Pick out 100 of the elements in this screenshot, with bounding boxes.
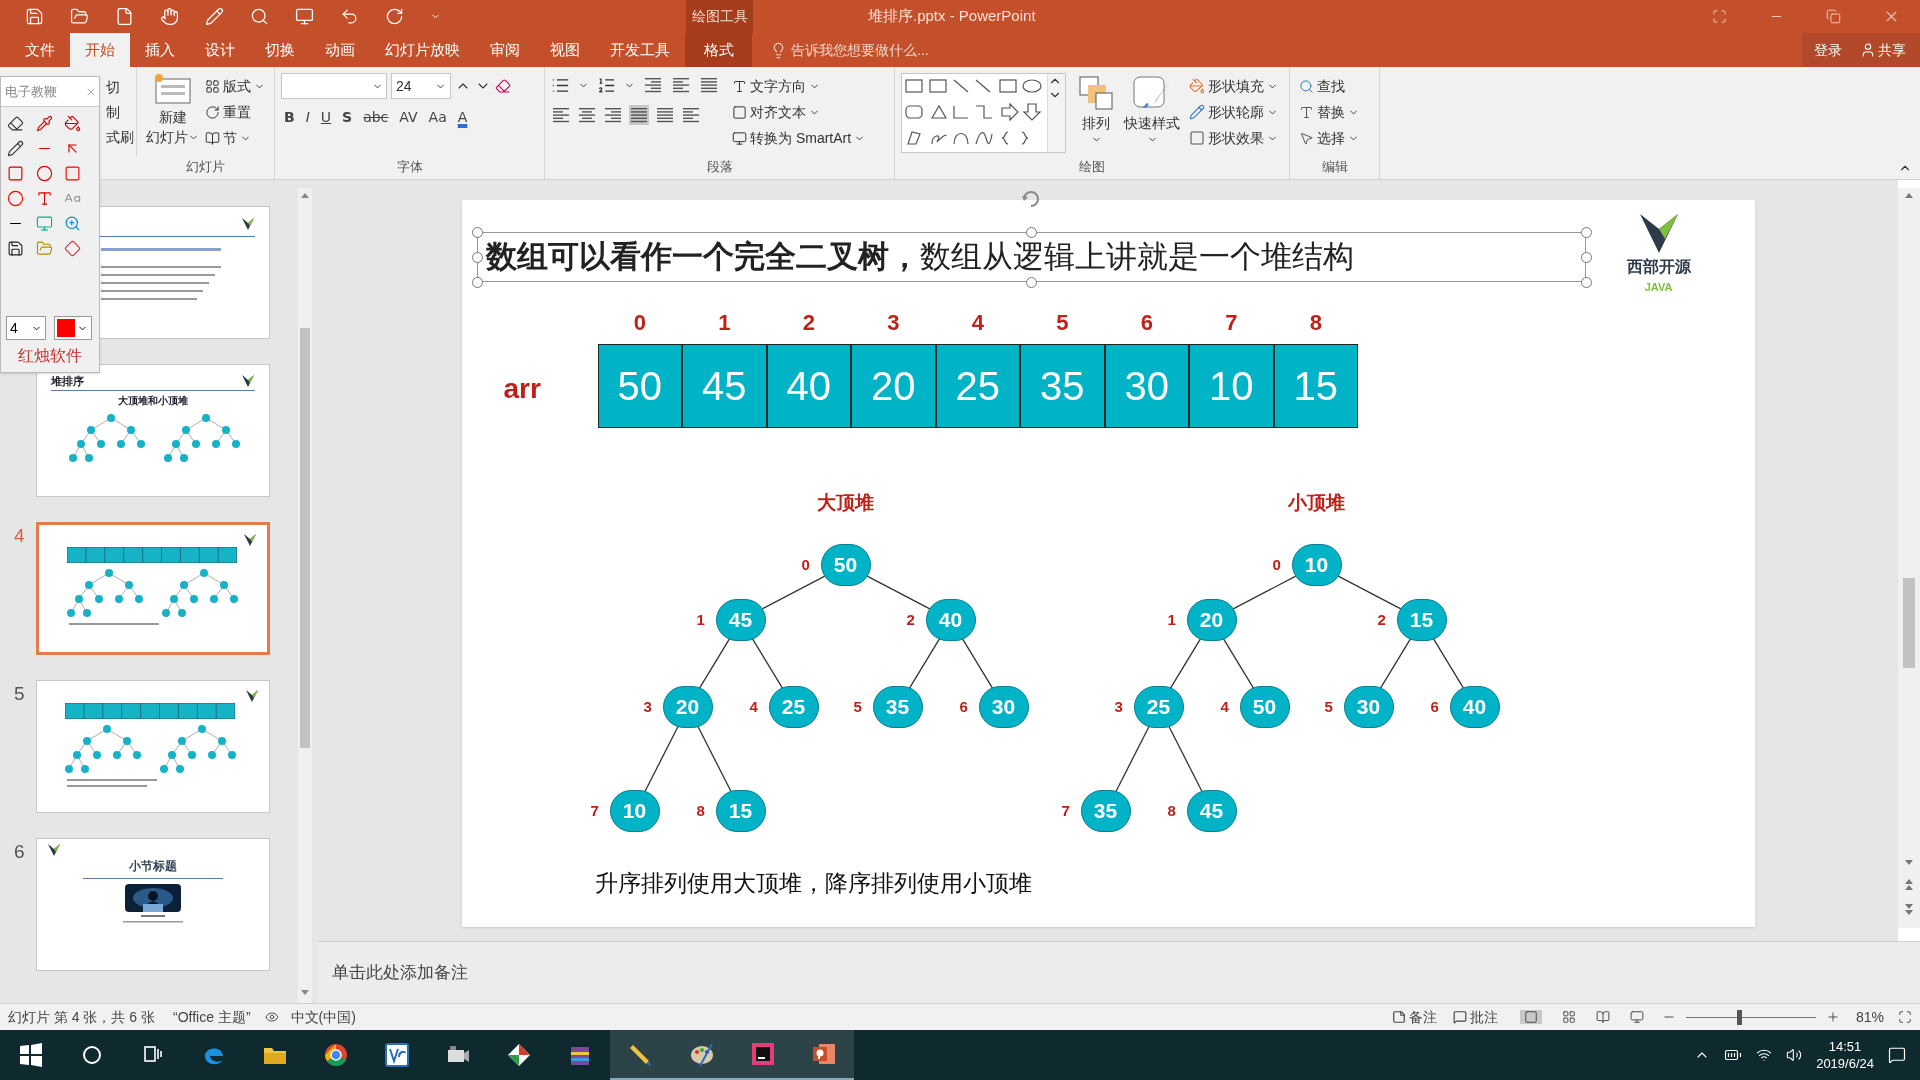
notes-field[interactable]: 单击此处添加备注	[332, 959, 468, 986]
paragraph-button[interactable]: 文字方向	[729, 73, 869, 99]
zoom-thumb[interactable]	[1737, 1009, 1743, 1025]
pen-width-field[interactable]: 4	[6, 316, 46, 340]
reset-button[interactable]: 重置	[202, 99, 268, 125]
ribbon-tab[interactable]: 视图	[535, 33, 595, 67]
text-tool-icon[interactable]	[35, 190, 53, 207]
undo-icon[interactable]	[340, 7, 359, 26]
slideshow-icon[interactable]	[295, 7, 314, 26]
ribbon-tab[interactable]: 开始	[70, 33, 130, 67]
sign-in-link[interactable]: 登录	[1814, 39, 1842, 61]
resize-handle[interactable]	[1025, 277, 1037, 288]
ribbon-tab[interactable]: 审阅	[475, 33, 535, 67]
align-right-icon[interactable]	[603, 105, 623, 125]
notification-icon[interactable]	[1888, 1046, 1906, 1064]
filled-ellipse-icon[interactable]	[7, 190, 24, 207]
save-icon[interactable]	[7, 240, 24, 257]
rotate-handle[interactable]	[1019, 188, 1042, 210]
resize-handle[interactable]	[1580, 227, 1592, 238]
font-format-button[interactable]: I	[302, 107, 313, 128]
paragraph-button[interactable]: 转换为 SmartArt	[729, 125, 869, 151]
font-format-button[interactable]: A	[454, 107, 471, 128]
editing-button[interactable]: 选择	[1296, 125, 1362, 151]
resize-handle[interactable]	[471, 252, 483, 263]
font-size-field[interactable]: 24	[391, 73, 451, 99]
align-left-icon[interactable]	[551, 105, 571, 125]
comments-button[interactable]: 批注	[1452, 1006, 1498, 1028]
ribbon-tab[interactable]: 格式	[685, 33, 752, 67]
slide-sorter-icon[interactable]	[1561, 1010, 1576, 1024]
slide-thumbnail[interactable]	[36, 522, 270, 655]
font-format-button[interactable]: Aa	[425, 107, 450, 128]
vertical-scrollbar[interactable]	[1898, 188, 1920, 928]
ribbon-tab[interactable]: 插入	[130, 33, 190, 67]
pipette-icon[interactable]	[35, 115, 53, 132]
title-placeholder[interactable]: 数组可以看作一个完全二叉树，数组从逻辑上讲就是一个堆结构	[476, 232, 1586, 282]
shape-format-button[interactable]: 形状轮廓	[1186, 99, 1281, 125]
magnifier-icon[interactable]	[64, 215, 82, 232]
reading-view-icon[interactable]	[1595, 1010, 1610, 1024]
slide-thumbnail[interactable]	[36, 680, 270, 813]
font-format-button[interactable]: abc	[360, 107, 392, 128]
font-format-button[interactable]: AV	[396, 107, 421, 128]
clipboard-command[interactable]: 式刷	[106, 127, 134, 148]
user-icon[interactable]	[1860, 42, 1876, 58]
tell-me-field[interactable]: 告诉我您想要做什么...	[791, 39, 929, 61]
resize-handle[interactable]	[1580, 277, 1592, 288]
line-spacing-icon[interactable]	[699, 75, 719, 95]
redo-icon[interactable]	[385, 7, 404, 26]
touch-mode-icon[interactable]	[160, 7, 179, 26]
layout-button[interactable]: 版式	[202, 73, 268, 99]
filled-rectangle-icon[interactable]	[64, 165, 82, 182]
slideshow-icon[interactable]	[1629, 1010, 1644, 1024]
eraser-icon[interactable]	[7, 115, 24, 132]
font-name-field[interactable]	[281, 73, 387, 99]
ribbon-tab[interactable]: 切换	[250, 33, 310, 67]
new-file-icon[interactable]	[115, 7, 134, 26]
columns-icon[interactable]	[681, 105, 701, 125]
paragraph-button[interactable]: 对齐文本	[729, 99, 869, 125]
distributed-icon[interactable]	[655, 105, 675, 125]
resize-handle[interactable]	[471, 227, 483, 238]
editing-button[interactable]: 替换	[1296, 99, 1362, 125]
align-center-icon[interactable]	[577, 105, 597, 125]
decrease-indent-icon[interactable]	[643, 75, 663, 95]
ribbon-tab[interactable]: 设计	[190, 33, 250, 67]
restore-icon[interactable]	[1826, 9, 1841, 24]
diamond-icon[interactable]	[64, 240, 82, 257]
zoom-level[interactable]: 81%	[1855, 1006, 1884, 1028]
new-slide-button[interactable]: 新建 幻灯片	[143, 73, 202, 147]
rectangle-icon[interactable]	[7, 165, 24, 182]
folder-icon[interactable]	[70, 7, 89, 26]
pen-color-picker[interactable]	[54, 316, 92, 340]
resize-handle[interactable]	[1580, 252, 1592, 263]
resize-handle[interactable]	[1025, 227, 1037, 238]
font-format-button[interactable]: B	[281, 107, 298, 128]
vertical-scrollbar[interactable]	[298, 188, 312, 1003]
ribbon-tab[interactable]: 动画	[310, 33, 370, 67]
justify-icon[interactable]	[629, 105, 649, 125]
share-button[interactable]: 共享	[1878, 39, 1906, 61]
quick-styles-button[interactable]: 快速样式	[1124, 73, 1180, 145]
notes-button[interactable]: 备注	[1391, 1006, 1437, 1028]
accessibility-icon[interactable]	[264, 1010, 279, 1024]
ellipse-icon[interactable]	[35, 165, 53, 182]
shape-format-button[interactable]: 形状效果	[1186, 125, 1281, 151]
clock-date[interactable]: 2019/6/24	[1816, 1055, 1874, 1072]
fit-slide-icon[interactable]	[1898, 1010, 1912, 1024]
normal-view-icon[interactable]	[1523, 1010, 1538, 1024]
font-format-button[interactable]: S	[339, 107, 356, 128]
paint-bucket-icon[interactable]	[64, 115, 82, 132]
pencil-icon[interactable]	[7, 140, 24, 157]
screen-icon[interactable]	[35, 215, 53, 232]
ribbon-tab[interactable]: 幻灯片放映	[370, 33, 475, 67]
clock-time[interactable]: 14:51	[1828, 1038, 1862, 1055]
increase-indent-icon[interactable]	[671, 75, 691, 95]
volume-icon[interactable]	[1786, 1047, 1803, 1063]
editing-button[interactable]: 查找	[1296, 73, 1362, 99]
slide-thumbnail[interactable]: 堆排序 大顶堆和小顶堆	[36, 364, 270, 497]
shape-format-button[interactable]: 形状填充	[1186, 73, 1281, 99]
resize-handle[interactable]	[471, 277, 483, 288]
ribbon-tab[interactable]: 文件	[10, 33, 70, 67]
language-label[interactable]: 中文(中国)	[290, 1006, 356, 1028]
font-format-button[interactable]: U	[317, 107, 335, 128]
